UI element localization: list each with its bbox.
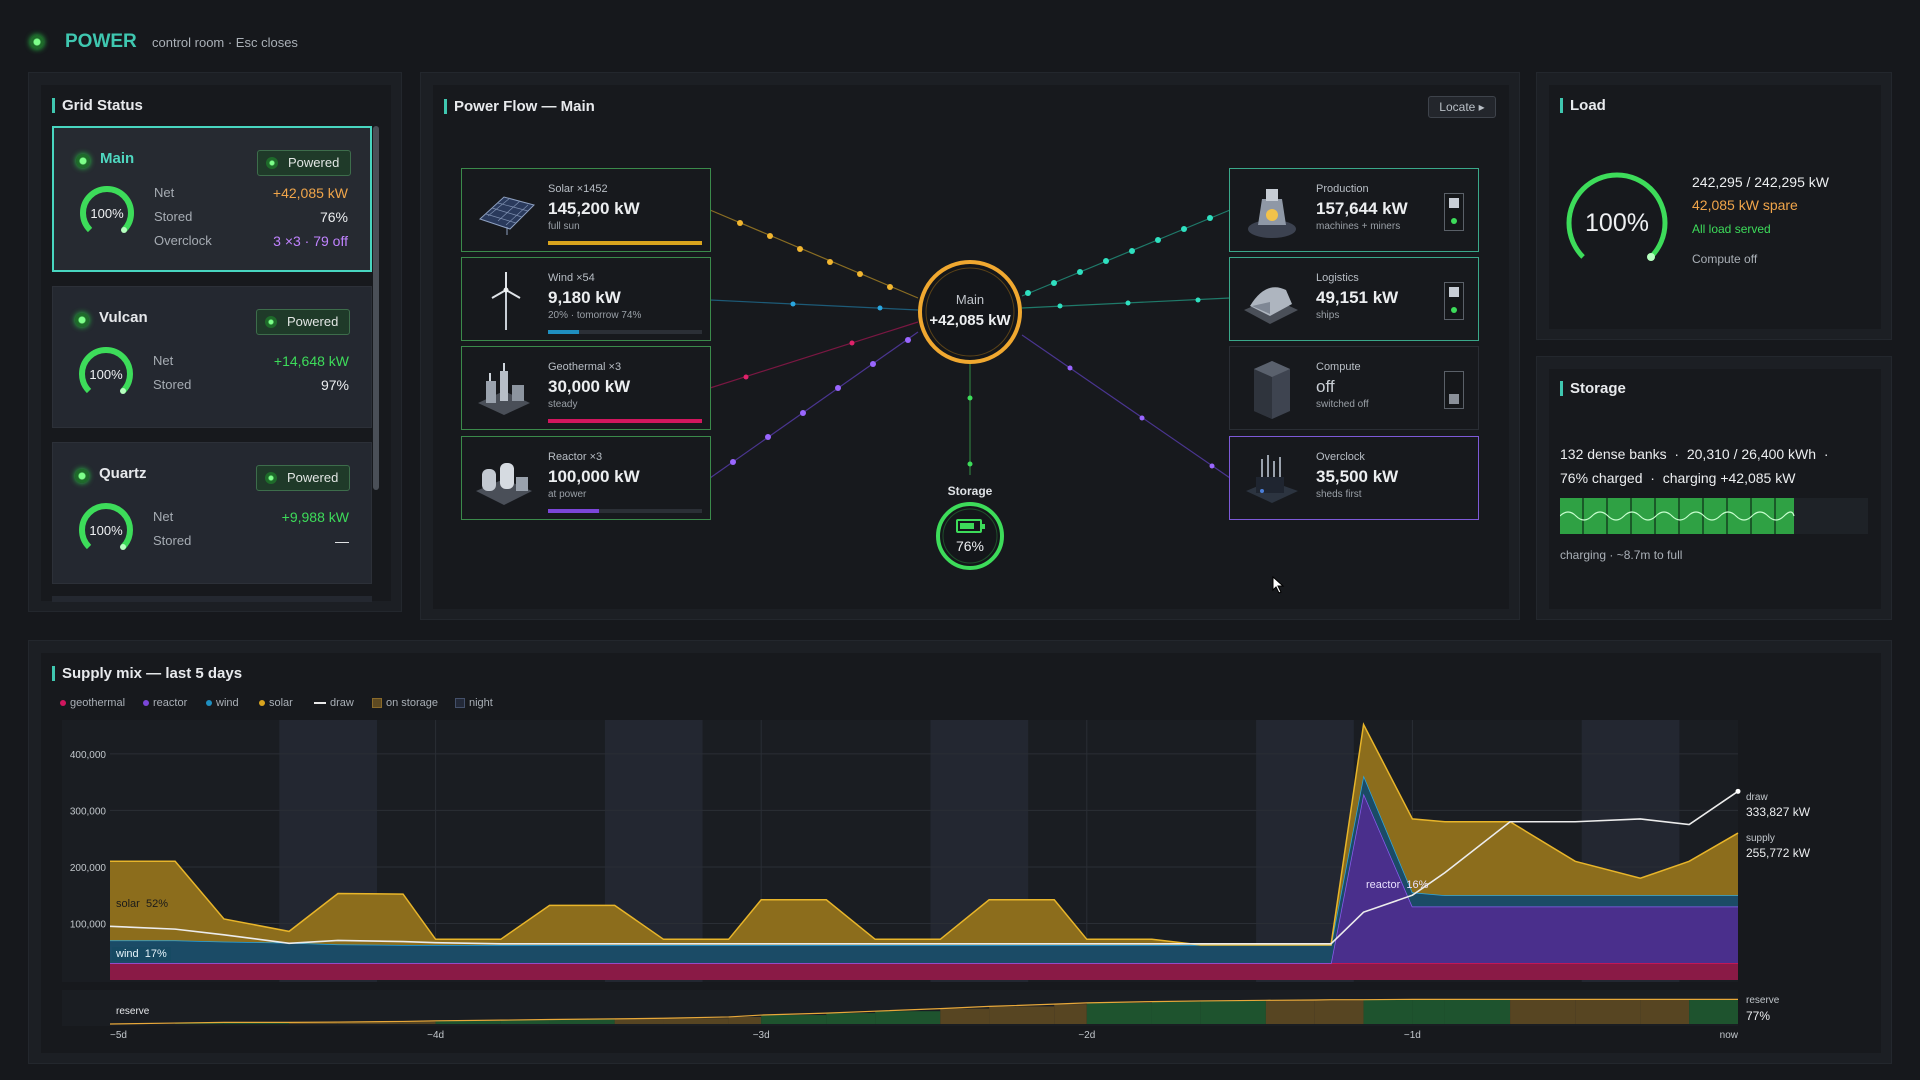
draw-end-name: draw [1746, 792, 1768, 803]
reserve-segment [1363, 999, 1413, 1024]
reactor-area-label: reactor 16% [1366, 879, 1429, 891]
reserve-segment [1200, 1000, 1266, 1024]
reserve-segment [1331, 999, 1364, 1024]
reserve-segment [875, 1011, 941, 1024]
y-tick-label: 300,000 [70, 806, 107, 817]
wind-area-label: wind 17% [112, 947, 171, 961]
x-tick-label: −4d [427, 1030, 444, 1041]
reserve-segment [663, 1018, 729, 1024]
reserve-segment [989, 1006, 1055, 1024]
reserve-segment [1412, 999, 1445, 1024]
reserve-segment [1640, 999, 1690, 1024]
y-tick-label: 400,000 [70, 750, 107, 761]
reserve-segment [1510, 999, 1576, 1024]
y-tick-label: 100,000 [70, 919, 107, 930]
solar-area-label: solar 52% [116, 898, 168, 910]
x-tick-label: −5d [110, 1030, 127, 1041]
x-tick-label: −2d [1078, 1030, 1095, 1041]
draw-end-value: 333,827 kW [1746, 805, 1811, 819]
area-geothermal [110, 963, 1738, 980]
reserve-segment [1265, 1000, 1315, 1024]
reserve-segment [940, 1008, 990, 1024]
draw-end-dot [1735, 788, 1741, 794]
reserve-segment [500, 1020, 550, 1024]
reserve-segment [1314, 1000, 1331, 1024]
reserve-segment [728, 1016, 762, 1024]
reserve-segment [1151, 1001, 1201, 1024]
reserve-segment [1575, 999, 1641, 1024]
reserve-segment [761, 1015, 827, 1024]
reserve-segment [1086, 1002, 1152, 1024]
x-tick-label: −1d [1404, 1030, 1421, 1041]
reserve-segment [549, 1019, 615, 1024]
reserve-label: reserve [116, 1006, 150, 1017]
reserve-end-value: 77% [1746, 1009, 1771, 1023]
x-tick-label: −3d [753, 1030, 770, 1041]
reserve-segment [826, 1013, 876, 1024]
reserve-end-name: reserve [1746, 995, 1780, 1006]
reserve-segment [1689, 999, 1738, 1024]
reserve-segment [1054, 1004, 1087, 1024]
supply-end-value: 255,772 kW [1746, 846, 1811, 860]
reserve-segment [614, 1018, 664, 1024]
y-tick-label: 200,000 [70, 863, 107, 874]
supply-end-name: supply [1746, 833, 1775, 844]
supply-mix-chart: 100,000 200,000 300,000 400,000 −5d −4d −3d −2d… [62, 720, 1741, 1041]
x-tick-label: now [1720, 1030, 1739, 1041]
reserve-segment [1444, 999, 1511, 1024]
